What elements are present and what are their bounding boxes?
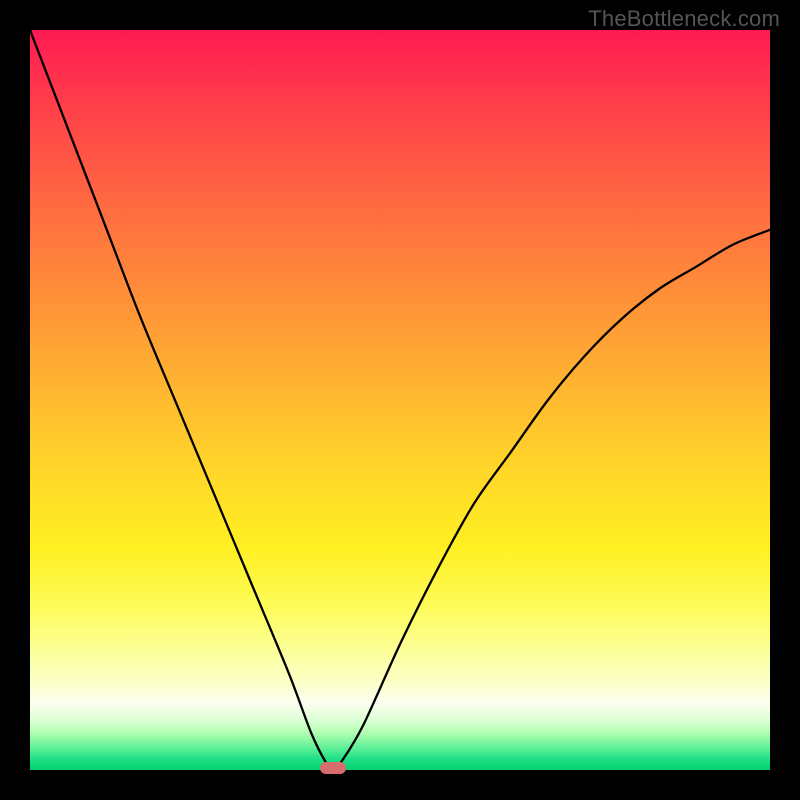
- minimum-marker: [320, 762, 346, 774]
- outer-frame: TheBottleneck.com: [0, 0, 800, 800]
- plot-area: [30, 30, 770, 770]
- watermark-text: TheBottleneck.com: [588, 6, 780, 32]
